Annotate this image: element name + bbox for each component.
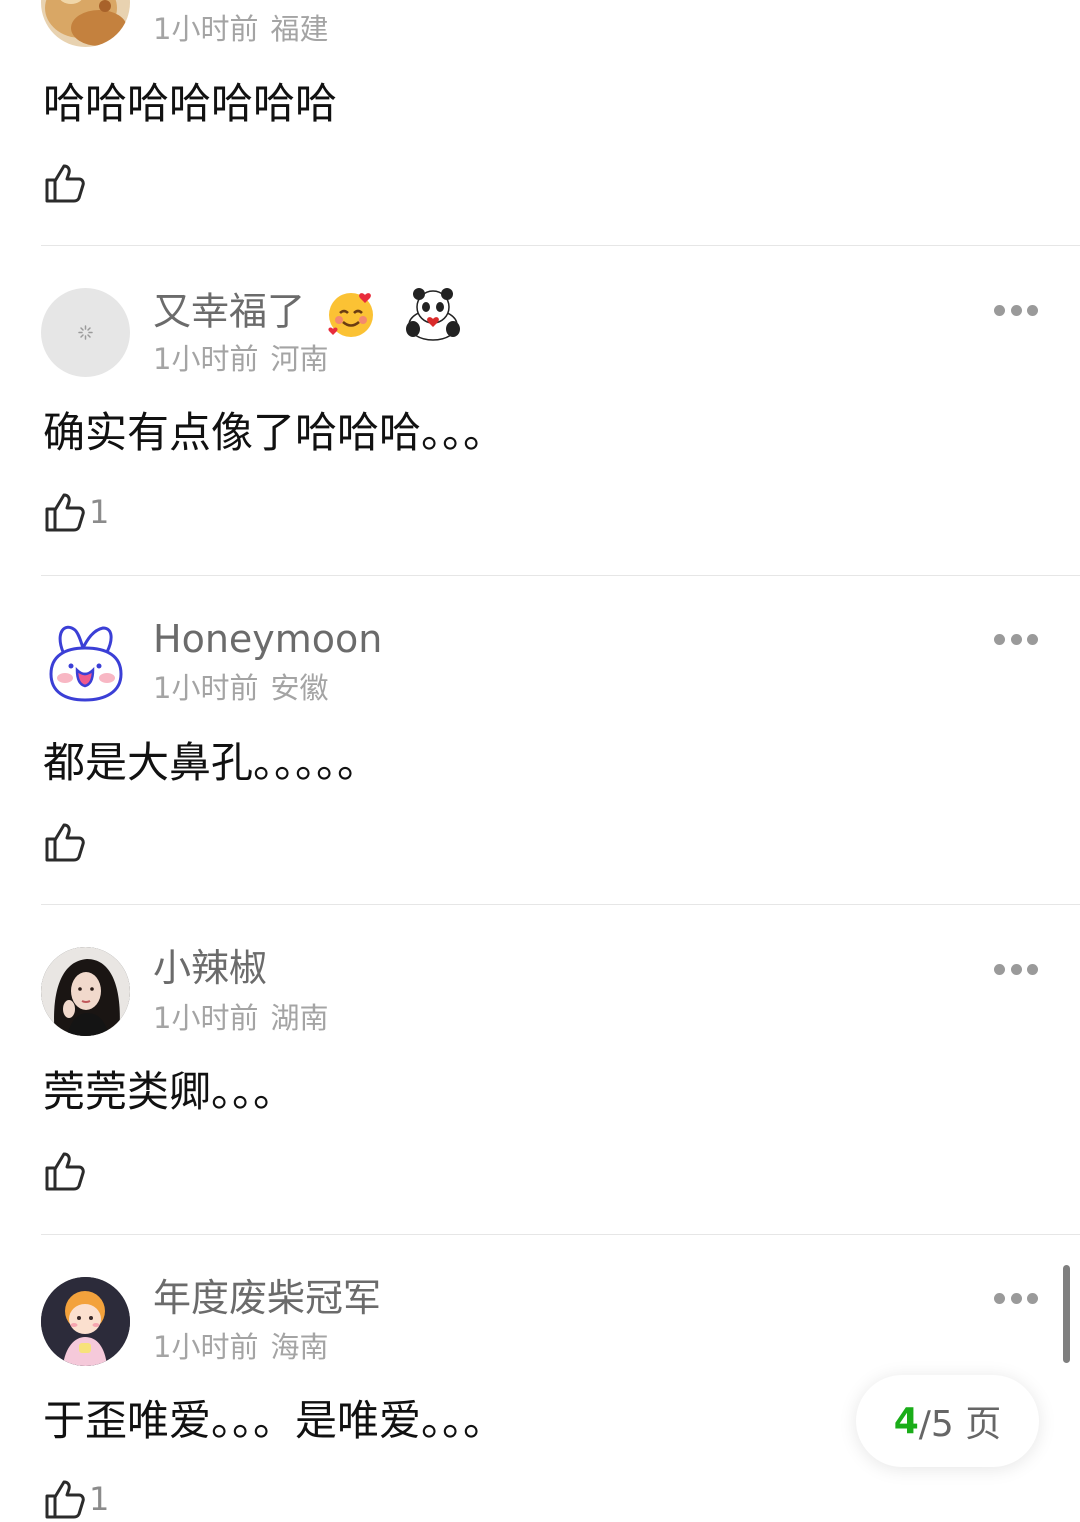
- more-options-button[interactable]: [994, 631, 1038, 647]
- more-dot-icon: [1010, 633, 1022, 645]
- comment-location: 湖南: [270, 1001, 329, 1035]
- comment-time: 1小时前: [153, 1330, 259, 1364]
- more-dot-icon: [994, 633, 1005, 645]
- more-dot-icon: [1027, 633, 1038, 645]
- more-dot-icon: [1010, 1292, 1022, 1304]
- panda-sticker-icon: [406, 288, 461, 341]
- divider: [41, 245, 1080, 246]
- thumbs-up-icon: [45, 823, 85, 862]
- thumbs-up-icon: [45, 1480, 85, 1519]
- username[interactable]: Honeymoon: [153, 617, 382, 661]
- more-dot-icon: [1010, 963, 1022, 975]
- like-count: 1: [89, 493, 110, 531]
- like-button[interactable]: [43, 160, 89, 206]
- username-text: 又幸福了: [153, 289, 306, 334]
- bunny-avatar-icon: [49, 625, 123, 702]
- avatar[interactable]: [41, 0, 130, 47]
- more-dot-icon: [1027, 304, 1038, 316]
- username[interactable]: 年度废柴冠军: [153, 1276, 381, 1320]
- divider: [41, 575, 1080, 576]
- comment-meta: 1小时前 湖南: [153, 1000, 328, 1036]
- scrollbar[interactable]: [1063, 1265, 1070, 1363]
- more-options-button[interactable]: [994, 1290, 1038, 1306]
- comment-time: 1小时前: [153, 342, 259, 376]
- comment-location: 河南: [270, 342, 329, 376]
- like-count: 1: [89, 1480, 110, 1518]
- avatar[interactable]: [41, 288, 130, 377]
- comment-location: 安徽: [270, 671, 329, 705]
- thumbs-up-icon: [45, 164, 85, 203]
- cartoon-avatar-icon: [41, 1277, 130, 1366]
- avatar[interactable]: [41, 947, 130, 1036]
- smiling-face-with-hearts-icon: [328, 293, 374, 337]
- comment-meta: 1小时前 安徽: [153, 670, 328, 706]
- food-avatar-icon: [41, 0, 130, 47]
- like-button[interactable]: [43, 819, 89, 865]
- divider: [41, 1234, 1080, 1235]
- thumbs-up-icon: [45, 1152, 85, 1191]
- thumbs-up-icon: [45, 493, 85, 532]
- portrait-avatar-icon: [41, 947, 130, 1036]
- avatar[interactable]: [41, 1277, 130, 1366]
- comment-text: 确实有点像了哈哈哈。。。: [43, 408, 506, 457]
- more-dot-icon: [994, 963, 1005, 975]
- comment-text: 哈哈哈哈哈哈哈: [43, 79, 338, 128]
- comment-time: 1小时前: [153, 12, 259, 46]
- more-dot-icon: [1010, 304, 1022, 316]
- comment-meta: 1小时前 福建: [153, 11, 328, 47]
- more-dot-icon: [994, 1292, 1005, 1304]
- like-button[interactable]: 1: [43, 1476, 109, 1522]
- comment-time: 1小时前: [153, 1001, 259, 1035]
- more-dot-icon: [994, 304, 1005, 316]
- page-indicator[interactable]: 4/5 页: [856, 1375, 1039, 1467]
- comment-feed: 1小时前 福建 哈哈哈哈哈哈哈 又幸福了 1小时前 河南 确实有点像了哈哈哈。。…: [0, 0, 1080, 1519]
- more-options-button[interactable]: [994, 302, 1038, 318]
- comment-meta: 1小时前 河南: [153, 341, 328, 377]
- comment-meta: 1小时前 海南: [153, 1329, 328, 1365]
- like-button[interactable]: 1: [43, 489, 109, 535]
- divider: [41, 904, 1080, 905]
- more-options-button[interactable]: [994, 961, 1038, 977]
- loading-spinner-icon: [78, 325, 93, 340]
- comment-location: 福建: [270, 12, 329, 46]
- comment-time: 1小时前: [153, 671, 259, 705]
- like-button[interactable]: [43, 1148, 89, 1194]
- more-dot-icon: [1027, 963, 1038, 975]
- username[interactable]: 又幸福了: [153, 287, 463, 341]
- total-pages: /5 页: [918, 1404, 1002, 1445]
- current-page: 4: [893, 1400, 919, 1442]
- avatar[interactable]: [41, 618, 130, 707]
- username[interactable]: 小辣椒: [153, 946, 267, 990]
- comment-location: 海南: [270, 1330, 329, 1364]
- comment-text: 于歪唯爱。。。是唯爱。。。: [43, 1396, 506, 1445]
- comment-text: 莞莞类卿。。。: [43, 1067, 296, 1116]
- more-dot-icon: [1027, 1292, 1038, 1304]
- comment-text: 都是大鼻孔。。。。。: [43, 738, 380, 787]
